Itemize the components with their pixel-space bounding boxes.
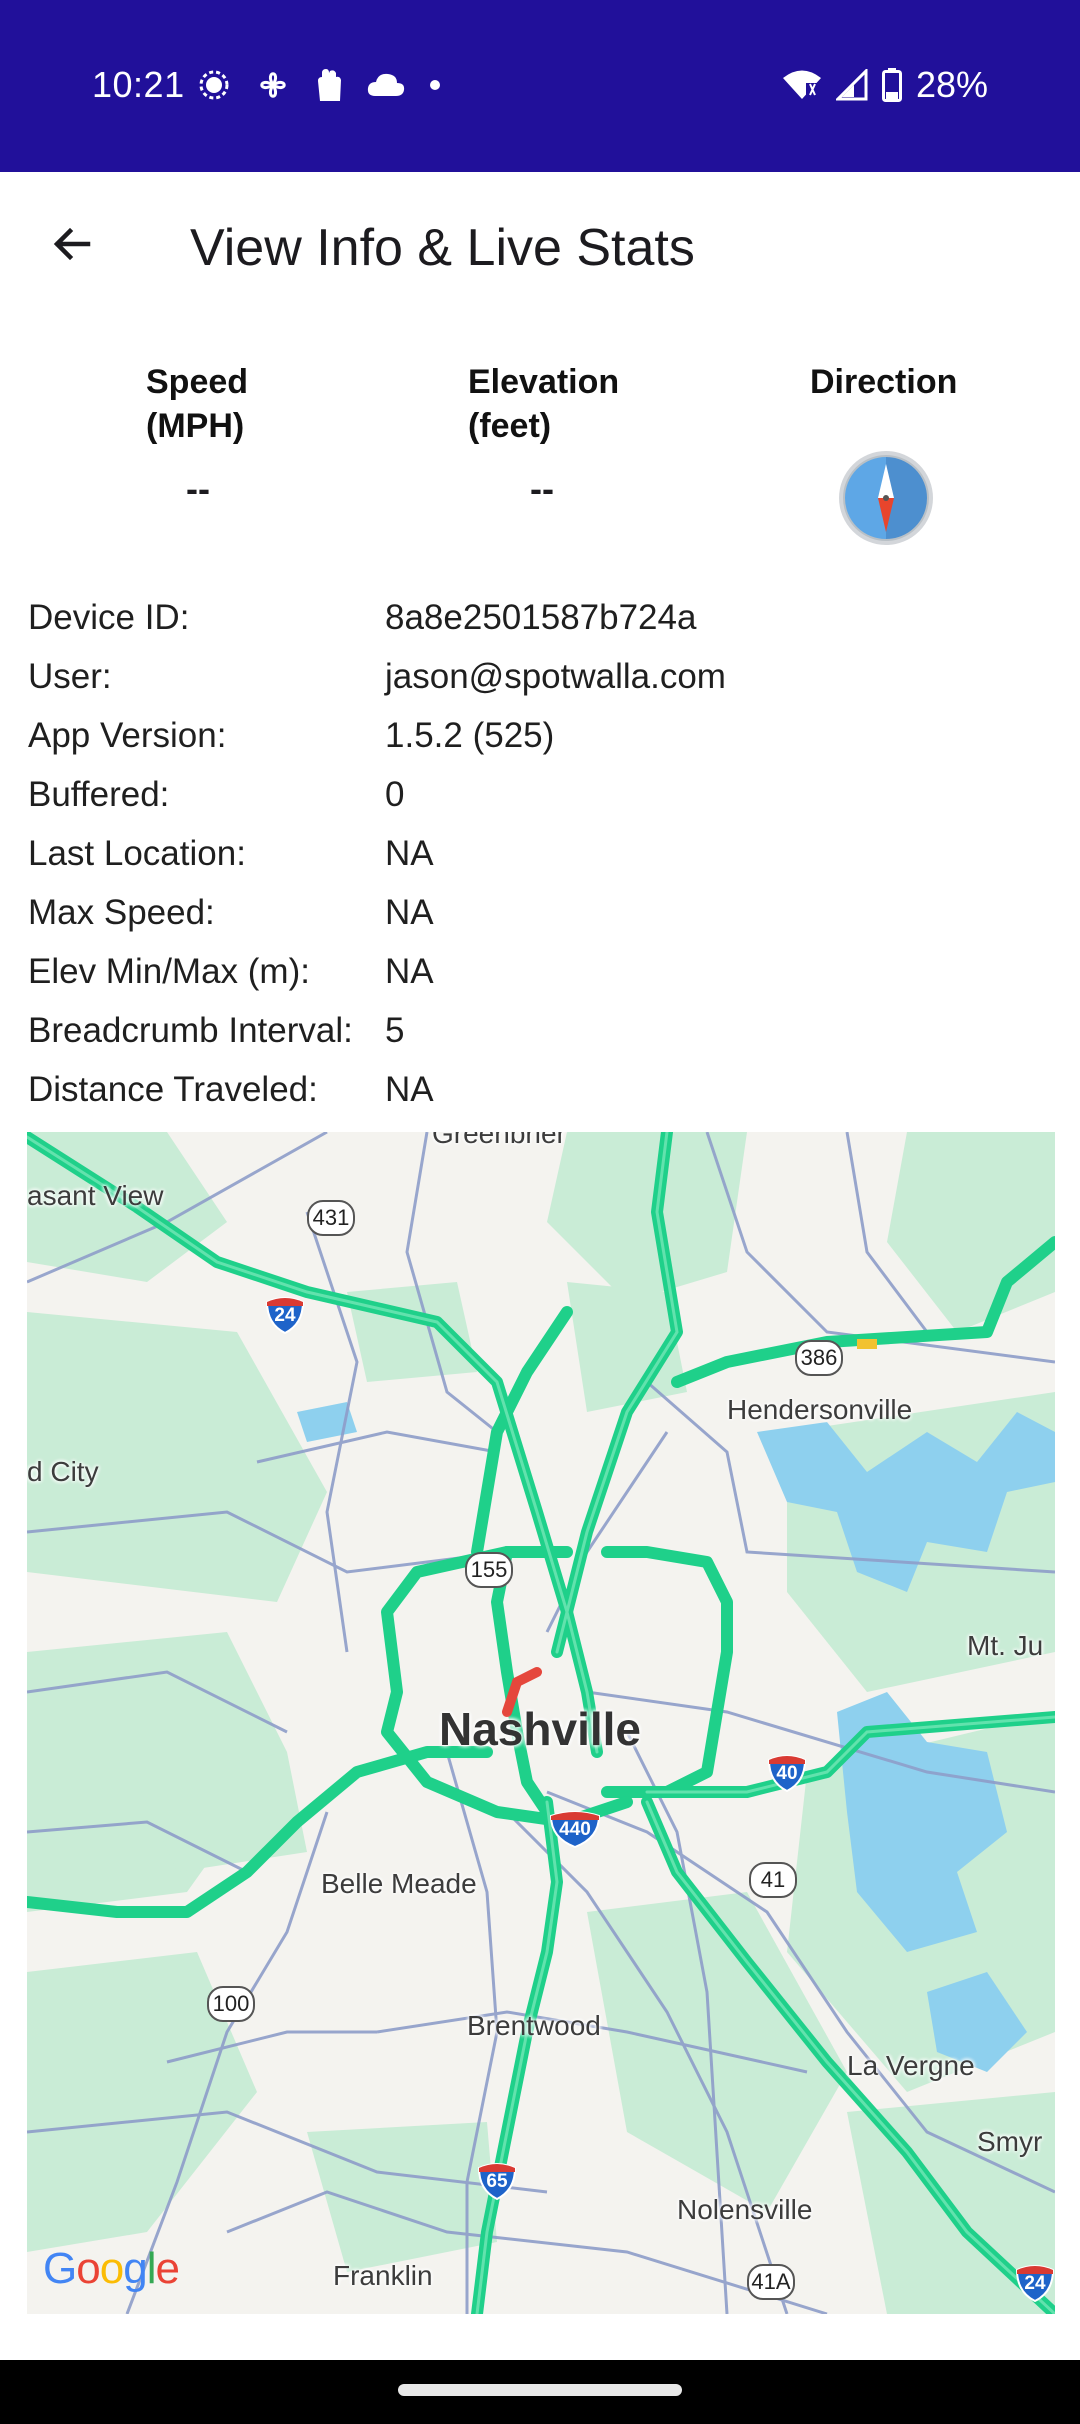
info-label: Elev Min/Max (m): bbox=[28, 951, 310, 991]
back-button[interactable] bbox=[36, 208, 108, 280]
notification-icons bbox=[196, 66, 442, 104]
route-shield: 41 bbox=[749, 1862, 797, 1898]
info-row: Last Location: NA bbox=[28, 824, 1068, 883]
live-stats: Speed (MPH) -- Elevation (feet) -- Direc… bbox=[0, 360, 1080, 550]
info-label: App Version: bbox=[28, 715, 227, 755]
place-greenbrier: Greenbrier bbox=[432, 1132, 566, 1149]
interstate-number: 40 bbox=[776, 1763, 798, 1784]
elevation-value: -- bbox=[530, 468, 554, 509]
arrow-back-icon bbox=[53, 227, 91, 261]
info-value: jason@spotwalla.com bbox=[385, 656, 726, 696]
app-bar: View Info & Live Stats bbox=[0, 172, 1080, 322]
info-value: 5 bbox=[385, 1010, 405, 1050]
interstate-number: 65 bbox=[486, 2171, 508, 2192]
device-info-list: Device ID: 8a8e2501587b724a User: jason@sp… bbox=[28, 588, 1068, 1119]
speed-stat: Speed (MPH) -- bbox=[146, 360, 346, 510]
home-gesture-handle[interactable] bbox=[398, 2384, 682, 2396]
interstate-number: 24 bbox=[274, 1305, 296, 1326]
place-pleasant-view: asant View bbox=[27, 1180, 164, 1211]
info-row: App Version: 1.5.2 (525) bbox=[28, 706, 1068, 765]
info-value: NA bbox=[385, 833, 434, 873]
route-shield: 386 bbox=[795, 1340, 843, 1376]
place-franklin: Franklin bbox=[333, 2260, 433, 2291]
status-bar: 10:21 28% bbox=[0, 0, 1080, 172]
interstate-shield: 65 bbox=[477, 2160, 517, 2200]
wifi-icon bbox=[782, 70, 821, 99]
interstate-shield: 440 bbox=[549, 1808, 601, 1848]
info-value: NA bbox=[385, 951, 434, 991]
system-status-icons: 28% bbox=[782, 64, 988, 106]
route-shield: 431 bbox=[307, 1200, 355, 1236]
signal-app-icon bbox=[199, 70, 229, 100]
elevation-label: Elevation (feet) bbox=[468, 363, 620, 445]
info-label: Last Location: bbox=[28, 833, 246, 873]
google-logo[interactable]: Google bbox=[43, 2244, 180, 2294]
speed-label: Speed (MPH) bbox=[146, 363, 249, 445]
compass-icon bbox=[839, 451, 933, 545]
info-row: Breadcrumb Interval: 5 bbox=[28, 1001, 1068, 1060]
page-title: View Info & Live Stats bbox=[190, 219, 695, 277]
info-row: Distance Traveled: NA bbox=[28, 1060, 1068, 1119]
info-value: 0 bbox=[385, 774, 405, 814]
cloud-icon bbox=[367, 73, 405, 96]
route-shield: 41A bbox=[747, 2264, 795, 2300]
route-shield: 100 bbox=[207, 1986, 255, 2022]
interstate-shield: 40 bbox=[767, 1752, 807, 1792]
info-label: User: bbox=[28, 656, 112, 696]
cell-signal-icon bbox=[835, 69, 868, 101]
info-label: Max Speed: bbox=[28, 892, 215, 932]
info-label: Buffered: bbox=[28, 774, 170, 814]
interstate-shield: 24 bbox=[265, 1294, 305, 1334]
speed-value: -- bbox=[186, 468, 210, 509]
direction-label: Direction bbox=[810, 363, 958, 401]
info-value: NA bbox=[385, 1069, 434, 1109]
interstate-number: 440 bbox=[559, 1819, 591, 1840]
map-city-label: Nashville bbox=[439, 1703, 641, 1755]
direction-stat: Direction bbox=[810, 360, 970, 545]
place-brentwood: Brentwood bbox=[467, 2010, 601, 2041]
info-label: Breadcrumb Interval: bbox=[28, 1010, 353, 1050]
battery-percent: 28% bbox=[915, 64, 988, 105]
info-value: NA bbox=[385, 892, 434, 932]
info-value: 1.5.2 (525) bbox=[385, 715, 555, 755]
battery-icon bbox=[881, 68, 902, 102]
place-nolensville: Nolensville bbox=[677, 2194, 813, 2225]
interstate-shield: 24 bbox=[1015, 2262, 1055, 2302]
elevation-stat: Elevation (feet) -- bbox=[468, 360, 688, 510]
fan-icon bbox=[260, 72, 286, 98]
place-la-vergne: La Vergne bbox=[847, 2050, 975, 2081]
info-row: Buffered: 0 bbox=[28, 765, 1068, 824]
gesture-nav-bar bbox=[0, 2360, 1080, 2424]
info-row: Device ID: 8a8e2501587b724a bbox=[28, 588, 1068, 647]
info-value: 8a8e2501587b724a bbox=[385, 597, 697, 637]
place-smyrna: Smyr bbox=[977, 2126, 1043, 2157]
dot-icon bbox=[430, 80, 440, 90]
info-label: Distance Traveled: bbox=[28, 1069, 318, 1109]
info-row: Max Speed: NA bbox=[28, 883, 1068, 942]
interstate-number: 24 bbox=[1024, 2273, 1046, 2294]
place-ridgetop: d City bbox=[27, 1456, 99, 1487]
status-time: 10:21 bbox=[92, 64, 185, 105]
route-shield: 155 bbox=[465, 1552, 513, 1588]
info-label: Device ID: bbox=[28, 597, 190, 637]
info-row: User: jason@spotwalla.com bbox=[28, 647, 1068, 706]
hand-icon bbox=[318, 69, 341, 101]
place-mt-juliet: Mt. Ju bbox=[967, 1630, 1044, 1661]
map-view[interactable]: Greenbrier asant View Hendersonville d C… bbox=[27, 1132, 1055, 2314]
place-belle-meade: Belle Meade bbox=[321, 1868, 477, 1899]
info-row: Elev Min/Max (m): NA bbox=[28, 942, 1068, 1001]
place-hendersonville: Hendersonville bbox=[727, 1394, 913, 1425]
